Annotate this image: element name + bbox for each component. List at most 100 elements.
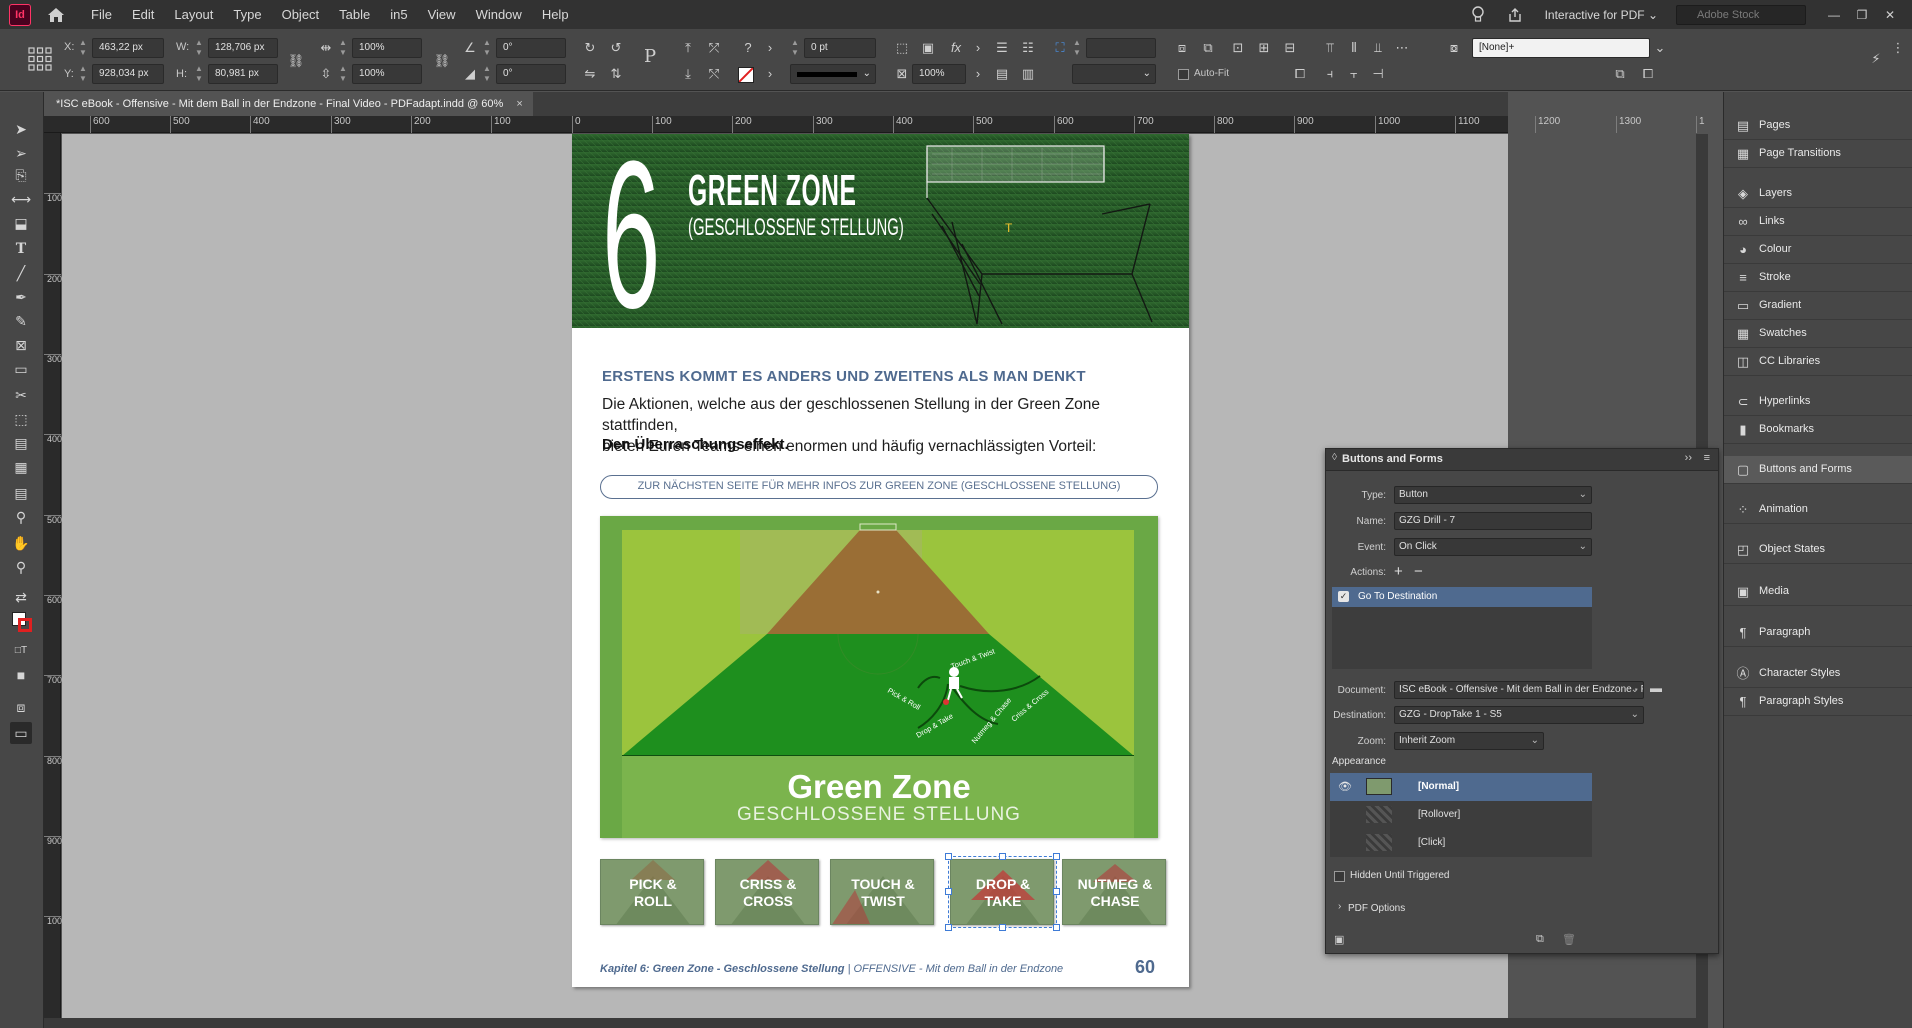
state-row-click[interactable]: [Click] [1330, 829, 1592, 857]
frame-fit-icon[interactable]: ⬚ [892, 38, 912, 58]
gap-tool-icon[interactable]: ⟷ [10, 188, 32, 210]
dock-item-colour[interactable]: ◕ Colour [1724, 236, 1912, 264]
dock-item-cc-libraries[interactable]: ◫ CC Libraries [1724, 348, 1912, 376]
constrain-scale-icon[interactable]: ⛓ [432, 51, 452, 71]
dock-item-layers[interactable]: ◈ Layers [1724, 180, 1912, 208]
vertical-ruler[interactable]: 100 200 300 400 500 600 700 800 900 1000 [44, 133, 67, 1028]
chevron-right-icon[interactable]: › [1338, 901, 1341, 912]
trash-icon[interactable]: 🗑 [1562, 933, 1576, 946]
rotate-spinner[interactable]: ▲ ▼ [482, 38, 492, 58]
close-tab-icon[interactable]: × [516, 98, 522, 110]
menu-file[interactable]: File [81, 0, 122, 29]
align-top-icon[interactable]: ⫪ [1320, 38, 1340, 58]
center-content-icon[interactable]: ⊡ [1228, 38, 1248, 58]
eyedropper-tool-icon[interactable]: ⚲ [10, 506, 32, 528]
fit-frame-icon[interactable]: ⧈ [1172, 38, 1192, 58]
dock-item-pages[interactable]: ▤ Pages [1724, 112, 1912, 140]
drill-button-pick-roll[interactable]: PICK & ROLL [600, 859, 704, 925]
eye-icon[interactable]: 👁 [1338, 780, 1352, 793]
selection-tool-icon[interactable]: ➤ [10, 118, 32, 140]
remove-action-icon[interactable]: − [1414, 563, 1423, 580]
add-action-icon[interactable]: + [1394, 563, 1403, 580]
dock-item-swatches[interactable]: ▦ Swatches [1724, 320, 1912, 348]
chevron-down-icon[interactable]: ⌄ [1650, 38, 1670, 58]
fitting-spinner[interactable]: ▲ ▼ [1072, 38, 1082, 58]
panel-menu-icon[interactable]: ≡ [1704, 452, 1710, 464]
name-input[interactable]: GZG Drill - 7 [1394, 512, 1592, 530]
adobe-stock-search-input[interactable]: Adobe Stock [1676, 4, 1806, 25]
resize-handle[interactable] [1053, 888, 1060, 895]
dock-item-hyperlinks[interactable]: ⊂ Hyperlinks [1724, 388, 1912, 416]
restore-icon[interactable]: ❐ [1848, 8, 1876, 22]
resize-handle[interactable] [999, 924, 1006, 931]
actions-list[interactable]: ✓ Go To Destination [1332, 587, 1592, 669]
fill-frame-icon[interactable]: ⊞ [1254, 38, 1274, 58]
flip-horizontal-icon[interactable]: ⇋ [580, 64, 600, 84]
selection-frame[interactable] [945, 853, 1060, 931]
wrap-icon[interactable]: ▤ [992, 64, 1012, 84]
line-tool-icon[interactable]: ╱ [10, 262, 32, 284]
stroke-weight-field[interactable]: 0 pt [804, 38, 876, 58]
scale-x-spinner[interactable]: ▲ ▼ [338, 38, 348, 58]
rotate-ccw-icon[interactable]: ↺ [606, 38, 626, 58]
minimize-icon[interactable]: — [1820, 8, 1848, 22]
hand-tool-icon[interactable]: ✋ [10, 532, 32, 554]
menu-view[interactable]: View [418, 0, 466, 29]
note-tool-icon[interactable]: ▤ [10, 482, 32, 504]
dock-item-stroke[interactable]: ≡ Stroke [1724, 264, 1912, 292]
fill-stroke-swap-icon[interactable]: ⇄ [10, 586, 32, 608]
align-left-text-icon[interactable]: ☰ [992, 38, 1012, 58]
chevron-right-icon[interactable]: › [968, 38, 988, 58]
fit-content-icon[interactable]: ⧉ [1198, 38, 1218, 58]
dock-item-bookmarks[interactable]: ▮ Bookmarks [1724, 416, 1912, 444]
preview-mode-icon[interactable]: ▭ [10, 722, 32, 744]
formatting-affects-icon[interactable]: □T [10, 640, 32, 662]
quick-apply-icon[interactable]: ⧉ [1610, 64, 1630, 84]
scale-x-field[interactable]: 100% [352, 38, 422, 58]
dock-item-paragraph[interactable]: ¶ Paragraph [1724, 619, 1912, 647]
resize-handle[interactable] [1053, 853, 1060, 860]
panel-collapse-icon[interactable]: ›› [1685, 452, 1692, 464]
drill-button-criss-cross[interactable]: CRISS & CROSS [715, 859, 819, 925]
y-spinner[interactable]: ▲ ▼ [78, 64, 88, 84]
select-content-icon[interactable]: ⤓ [678, 64, 698, 84]
rotate-field[interactable]: 0° [496, 38, 566, 58]
rotate-cw-icon[interactable]: ↻ [580, 38, 600, 58]
select-container-icon[interactable]: ⤒ [678, 38, 698, 58]
resize-handle[interactable] [945, 853, 952, 860]
help-question-icon[interactable]: ? [738, 38, 758, 58]
pencil-tool-icon[interactable]: ✎ [10, 310, 32, 332]
align-vcenter-icon[interactable]: ⫴ [1344, 38, 1364, 58]
fitting-field[interactable] [1086, 38, 1156, 58]
apply-color-icon[interactable]: ■ [10, 664, 32, 686]
share-icon[interactable] [1507, 7, 1523, 23]
frame-options-icon[interactable]: ⧠ [1290, 64, 1310, 84]
menu-type[interactable]: Type [223, 0, 271, 29]
state-row-normal[interactable]: 👁 [Normal] [1330, 773, 1592, 801]
close-window-icon[interactable]: ✕ [1876, 8, 1904, 22]
menu-in5[interactable]: in5 [380, 0, 417, 29]
shear-field[interactable]: 0° [496, 64, 566, 84]
lightning-icon[interactable]: ⚡ [1866, 49, 1886, 69]
panel-menu-icon[interactable]: ⋮ [1888, 38, 1908, 58]
menu-edit[interactable]: Edit [122, 0, 164, 29]
direct-selection-tool-icon[interactable]: ➢ [10, 142, 32, 164]
state-row-rollover[interactable]: [Rollover] [1330, 801, 1592, 829]
content-collector-icon[interactable]: ⬓ [10, 212, 32, 234]
x-field[interactable]: 463,22 px [92, 38, 164, 58]
fitting-icon[interactable]: ⛶ [1050, 38, 1070, 58]
action-enabled-checkbox[interactable]: ✓ [1338, 591, 1349, 602]
x-spinner[interactable]: ▲ ▼ [78, 38, 88, 58]
menu-object[interactable]: Object [272, 0, 330, 29]
corner-select[interactable]: ⌄ [1072, 64, 1156, 84]
dock-item-media[interactable]: ▣ Media [1724, 578, 1912, 606]
paragraph-p-icon[interactable]: P [640, 47, 660, 67]
autofit-checkbox[interactable] [1178, 69, 1189, 80]
fill-stroke-swatch[interactable] [12, 612, 32, 632]
panel-header[interactable]: ◊ Buttons and Forms ›› ≡ [1326, 449, 1718, 471]
scale-y-field[interactable]: 100% [352, 64, 422, 84]
gradient-swatch-tool-icon[interactable]: ▤ [10, 432, 32, 454]
select-next-icon[interactable]: ⤲ [704, 64, 724, 84]
align-right-icon[interactable]: ⊣ [1368, 64, 1388, 84]
drill-button-touch-twist[interactable]: TOUCH & TWIST [830, 859, 934, 925]
